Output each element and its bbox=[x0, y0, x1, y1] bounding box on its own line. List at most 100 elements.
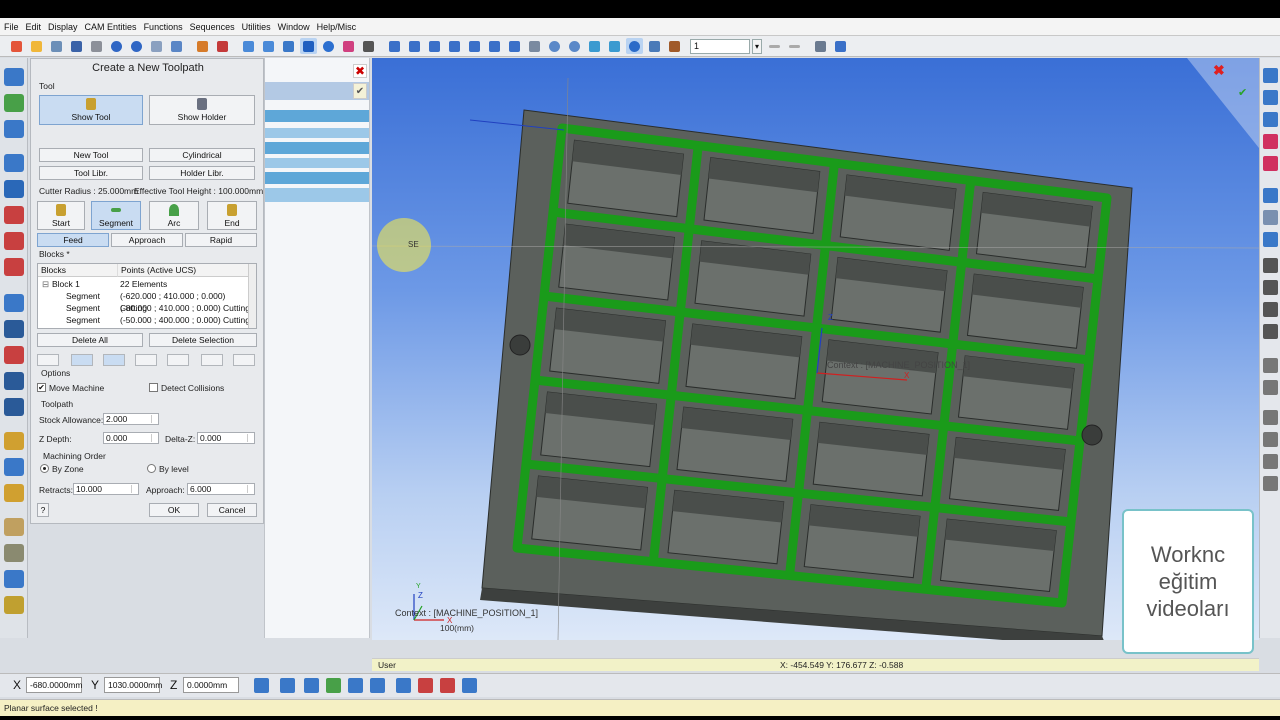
snap-grid-icon[interactable] bbox=[348, 678, 363, 693]
view-bottom-icon[interactable] bbox=[506, 38, 523, 54]
stock-allowance-field[interactable]: 2.000 bbox=[103, 413, 159, 425]
tool-icon[interactable] bbox=[1263, 302, 1278, 317]
section-icon[interactable] bbox=[526, 38, 543, 54]
show-tool-button[interactable]: Show Tool bbox=[39, 95, 143, 125]
simulate-icon[interactable] bbox=[4, 432, 24, 450]
check-icon[interactable]: ✔ bbox=[353, 83, 367, 99]
menu-file[interactable]: File bbox=[4, 22, 19, 32]
close-icon[interactable]: ✖ bbox=[353, 64, 367, 78]
measure-icon[interactable] bbox=[646, 38, 663, 54]
segment-button[interactable]: Segment bbox=[91, 201, 141, 230]
edit-icon[interactable] bbox=[1263, 476, 1278, 491]
minus-icon[interactable] bbox=[766, 38, 783, 54]
delete-selection-button[interactable]: Delete Selection bbox=[149, 333, 257, 347]
delta-z-field[interactable]: 0.000 bbox=[197, 432, 255, 444]
view-cube-icon[interactable] bbox=[1263, 156, 1278, 171]
edit-icon[interactable] bbox=[1263, 432, 1278, 447]
snap-curve-icon[interactable] bbox=[304, 678, 319, 693]
trim-icon[interactable] bbox=[4, 258, 24, 276]
zoom-window-icon[interactable] bbox=[546, 38, 563, 54]
camera-icon[interactable] bbox=[360, 38, 377, 54]
arc-button[interactable]: Arc bbox=[149, 201, 199, 230]
edit-icon[interactable] bbox=[1263, 410, 1278, 425]
shaded-edges-icon[interactable] bbox=[280, 38, 297, 54]
view-cube-icon[interactable] bbox=[1263, 90, 1278, 105]
cancel-button[interactable]: Cancel bbox=[207, 503, 257, 517]
window-icon[interactable] bbox=[168, 38, 185, 54]
cylindrical-button[interactable]: Cylindrical bbox=[149, 148, 255, 162]
by-zone-radio[interactable] bbox=[40, 464, 49, 473]
stock-model-icon[interactable] bbox=[4, 518, 24, 536]
tool-library-button[interactable]: Tool Libr. bbox=[39, 166, 143, 180]
view-back-icon[interactable] bbox=[486, 38, 503, 54]
detect-collisions-checkbox[interactable] bbox=[149, 383, 158, 392]
retracts-field[interactable]: 10.000 bbox=[73, 483, 139, 495]
approach-button[interactable]: Approach bbox=[111, 233, 183, 247]
sphere-icon[interactable] bbox=[320, 38, 337, 54]
tool-icon[interactable] bbox=[1263, 324, 1278, 339]
library-icon[interactable] bbox=[4, 544, 24, 562]
points-column-header[interactable]: Points (Active UCS) bbox=[118, 264, 250, 277]
ok-button[interactable]: OK bbox=[149, 503, 199, 517]
menu-display[interactable]: Display bbox=[48, 22, 78, 32]
toolpath-icon[interactable] bbox=[4, 294, 24, 312]
rotate-icon[interactable] bbox=[1263, 380, 1278, 395]
view-iso-icon[interactable] bbox=[386, 38, 403, 54]
path-icon[interactable] bbox=[71, 354, 93, 366]
redo-icon[interactable] bbox=[128, 38, 145, 54]
cut-icon[interactable] bbox=[4, 232, 24, 250]
tool-icon[interactable] bbox=[1263, 280, 1278, 295]
point-icon[interactable] bbox=[4, 120, 24, 138]
target-icon[interactable] bbox=[167, 354, 189, 366]
box-3d-icon[interactable] bbox=[4, 596, 24, 614]
view-cube-icon[interactable] bbox=[1263, 134, 1278, 149]
y-coordinate-field[interactable]: 1030.0000mm bbox=[104, 677, 162, 693]
move-icon[interactable] bbox=[194, 38, 211, 54]
view-left-icon[interactable] bbox=[466, 38, 483, 54]
screen-capture-icon[interactable] bbox=[812, 38, 829, 54]
view-cube-icon[interactable] bbox=[1263, 112, 1278, 127]
box-icon[interactable] bbox=[4, 180, 24, 198]
frame-icon[interactable] bbox=[135, 354, 157, 366]
z-coordinate-field[interactable]: 0.0000mm bbox=[183, 677, 239, 693]
rapid-button[interactable]: Rapid bbox=[185, 233, 257, 247]
snap-surface-icon[interactable] bbox=[326, 678, 341, 693]
color-cube-icon[interactable] bbox=[340, 38, 357, 54]
menu-cam-entities[interactable]: CAM Entities bbox=[85, 22, 137, 32]
axes-display-icon[interactable] bbox=[832, 38, 849, 54]
approach-field[interactable]: 6.000 bbox=[187, 483, 255, 495]
filter-icon[interactable] bbox=[1263, 188, 1278, 203]
view-right-icon[interactable] bbox=[446, 38, 463, 54]
user-tab[interactable]: User bbox=[378, 659, 396, 671]
menu-sequences[interactable]: Sequences bbox=[190, 22, 235, 32]
tree-collapse-icon[interactable]: ⊟ bbox=[42, 278, 50, 290]
drill-icon[interactable] bbox=[4, 398, 24, 416]
origin-icon[interactable] bbox=[462, 678, 477, 693]
menu-help[interactable]: Help/Misc bbox=[317, 22, 357, 32]
undo-icon[interactable] bbox=[108, 38, 125, 54]
view-cube-icon[interactable] bbox=[1263, 68, 1278, 83]
post-icon[interactable] bbox=[4, 484, 24, 502]
feed-button[interactable]: Feed bbox=[37, 233, 109, 247]
zoom-icon[interactable] bbox=[626, 38, 643, 54]
list-item[interactable] bbox=[265, 142, 369, 154]
close-icon[interactable]: ✖ bbox=[1213, 62, 1225, 79]
grid-icon[interactable] bbox=[148, 38, 165, 54]
show-holder-button[interactable]: Show Holder bbox=[149, 95, 255, 125]
table-row[interactable]: Segment (-80.000 ; 410.000 ; 0.000) Cutt… bbox=[38, 302, 250, 314]
table-scrollbar[interactable] bbox=[248, 264, 256, 328]
z-depth-field[interactable]: 0.000 bbox=[103, 432, 159, 444]
tool-icon[interactable] bbox=[1263, 258, 1278, 273]
stock-icon[interactable] bbox=[4, 154, 24, 172]
new-tool-button[interactable]: New Tool bbox=[39, 148, 143, 162]
list-item[interactable] bbox=[265, 110, 369, 122]
zoom-fit-icon[interactable] bbox=[566, 38, 583, 54]
reverse-icon[interactable] bbox=[233, 354, 255, 366]
start-button[interactable]: Start bbox=[37, 201, 85, 230]
reopen-icon[interactable] bbox=[48, 38, 65, 54]
rotate-icon[interactable] bbox=[586, 38, 603, 54]
hidden-line-icon[interactable] bbox=[260, 38, 277, 54]
snap-point-icon[interactable] bbox=[280, 678, 295, 693]
holder-icon[interactable] bbox=[4, 320, 24, 338]
pan-icon[interactable] bbox=[606, 38, 623, 54]
